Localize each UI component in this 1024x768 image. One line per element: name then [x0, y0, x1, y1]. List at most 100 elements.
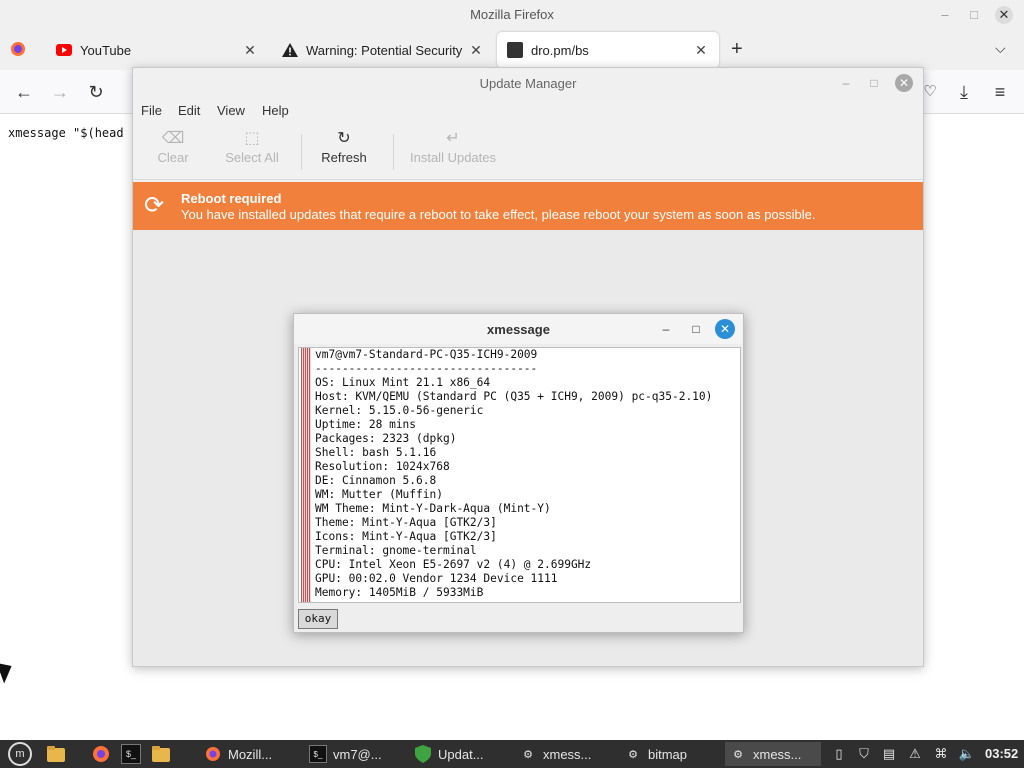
backspace-icon: ⌫: [161, 130, 185, 147]
clipboard-icon[interactable]: ▯: [830, 745, 848, 763]
message-line: Terminal: gnome-terminal: [315, 544, 477, 557]
tab-security-warning[interactable]: Warning: Potential Security ✕: [272, 32, 494, 68]
toolbar: ⌫ Clear ⬚ Select All ↻ Refresh ↵ Install…: [133, 124, 923, 180]
minimize-button[interactable]: ‒: [656, 319, 676, 339]
maximize-button[interactable]: □: [965, 6, 983, 24]
forward-arrow-icon[interactable]: →: [48, 80, 72, 104]
message-line: Theme: Mint-Y-Aqua [GTK2/3]: [315, 516, 497, 529]
select-all-button[interactable]: ⬚ Select All: [221, 128, 283, 165]
terminal-launcher-icon[interactable]: $_: [121, 744, 141, 764]
clear-button[interactable]: ⌫ Clear: [153, 128, 193, 165]
mint-menu-icon[interactable]: m: [8, 742, 32, 766]
close-button[interactable]: ✕: [995, 6, 1013, 24]
message-line: CPU: Intel Xeon E5-2697 v2 (4) @ 2.699GH…: [315, 558, 592, 571]
taskbar-window-label: bitmap: [648, 746, 688, 762]
close-button[interactable]: ✕: [895, 74, 913, 92]
tab-dro-pm[interactable]: dro.pm/bs ✕: [497, 32, 719, 68]
window-title: Mozilla Firefox: [470, 7, 554, 22]
maximize-button[interactable]: □: [686, 319, 706, 339]
document-icon[interactable]: ▤: [880, 745, 898, 763]
message-lines: vm7@vm7-Standard-PC-Q35-ICH9-2009 -------…: [315, 348, 712, 600]
banner-message: You have installed updates that require …: [181, 207, 816, 222]
install-updates-button[interactable]: ↵ Install Updates: [407, 128, 499, 165]
menu-file[interactable]: File: [141, 103, 162, 118]
okay-button[interactable]: okay: [298, 609, 338, 629]
menu-edit[interactable]: Edit: [178, 103, 200, 118]
toolbar-separator: [301, 134, 302, 170]
firefox-view-icon[interactable]: [10, 41, 26, 57]
menu-hamburger-icon[interactable]: ≡: [988, 80, 1012, 104]
taskbar: m $_ Mozill... $_ vm7@... Updat... ⚙ xme…: [0, 740, 1024, 768]
taskbar-window-label: xmess...: [543, 746, 592, 762]
volume-icon[interactable]: 🔈: [958, 745, 976, 763]
terminal-icon: $_: [309, 745, 327, 763]
close-tab-icon[interactable]: ✕: [242, 42, 258, 59]
notification-icon[interactable]: ⚠: [906, 745, 924, 763]
tab-label: dro.pm/bs: [531, 42, 589, 58]
menu-view[interactable]: View: [217, 103, 245, 118]
taskbar-window-xmessage-active[interactable]: ⚙ xmess...: [725, 742, 821, 766]
taskbar-window-label: vm7@...: [333, 746, 382, 762]
downloads-icon[interactable]: ⤓: [952, 80, 976, 104]
firefox-titlebar: Mozilla Firefox ‒ □ ✕: [0, 0, 1024, 30]
xmessage-window: xmessage ‒ □ ✕ vm7@vm7-Standard-PC-Q35-I…: [293, 313, 744, 633]
refresh-icon: ↻: [337, 130, 351, 147]
reload-icon[interactable]: ↻: [84, 80, 108, 104]
toolbar-separator: [393, 134, 394, 170]
gear-icon: ⚙: [628, 748, 638, 761]
taskbar-window-xmessage[interactable]: ⚙ xmess...: [515, 742, 615, 766]
message-line: Packages: 2323 (dpkg): [315, 432, 457, 445]
tab-bar: YouTube ✕ Warning: Potential Security ✕ …: [0, 30, 1024, 70]
page-text: xmessage "$(head: [8, 126, 124, 140]
close-tab-icon[interactable]: ✕: [693, 42, 709, 59]
message-line: Kernel: 5.15.0-56-generic: [315, 404, 484, 417]
taskbar-window-terminal[interactable]: $_ vm7@...: [305, 742, 405, 766]
shield-tray-icon[interactable]: ⛉: [855, 745, 873, 763]
message-line: Uptime: 28 mins: [315, 418, 417, 431]
install-updates-label: Install Updates: [410, 150, 496, 165]
clock[interactable]: 03:52: [985, 746, 1018, 761]
message-line: WM Theme: Mint-Y-Dark-Aqua (Mint-Y): [315, 502, 551, 515]
tab-label: YouTube: [80, 42, 132, 58]
maximize-button[interactable]: □: [865, 74, 883, 92]
message-line: Memory: 1405MiB / 5933MiB: [315, 586, 484, 599]
list-all-tabs-chevron-icon[interactable]: ⌵: [995, 40, 1006, 57]
message-line: DE: Cinnamon 5.6.8: [315, 474, 437, 487]
message-line: WM: Mutter (Muffin): [315, 488, 443, 501]
back-arrow-icon[interactable]: ←: [12, 80, 36, 104]
youtube-icon: [56, 42, 72, 58]
page-thumbnail-icon: [507, 42, 523, 58]
taskbar-window-label: Mozill...: [228, 746, 273, 762]
message-line: Icons: Mint-Y-Aqua [GTK2/3]: [315, 530, 497, 543]
close-tab-icon[interactable]: ✕: [468, 42, 484, 59]
window-title: Update Manager: [479, 76, 577, 91]
gear-icon: ⚙: [523, 748, 533, 761]
minimize-button[interactable]: ‒: [837, 74, 855, 92]
new-tab-button[interactable]: +: [731, 38, 743, 61]
refresh-button[interactable]: ↻ Refresh: [319, 128, 369, 165]
select-all-label: Select All: [225, 150, 279, 165]
menu-help[interactable]: Help: [262, 103, 289, 118]
minimize-button[interactable]: ‒: [936, 6, 954, 24]
files-launcher-icon[interactable]: [151, 744, 171, 764]
firefox-icon: [204, 745, 222, 763]
tab-youtube[interactable]: YouTube ✕: [46, 32, 268, 68]
tab-label: Warning: Potential Security: [306, 42, 463, 58]
select-all-icon: ⬚: [244, 130, 260, 147]
taskbar-window-label: xmess...: [753, 746, 802, 762]
message-line: Resolution: 1024x768: [315, 460, 450, 473]
taskbar-window-bitmap[interactable]: ⚙ bitmap: [620, 742, 720, 766]
message-line: Shell: bash 5.1.16: [315, 446, 437, 459]
message-line: ---------------------------------: [315, 362, 538, 375]
close-button[interactable]: ✕: [715, 319, 735, 339]
refresh-arrows-icon: ⟳: [143, 192, 165, 219]
message-text-area: vm7@vm7-Standard-PC-Q35-ICH9-2009 -------…: [298, 347, 741, 603]
menu-bar: File Edit View Help: [133, 98, 923, 124]
firefox-launcher-icon[interactable]: [91, 744, 111, 764]
network-icon[interactable]: ⌘: [932, 745, 950, 763]
scrollbar[interactable]: [301, 348, 311, 602]
taskbar-window-update-manager[interactable]: Updat...: [410, 742, 510, 766]
taskbar-window-firefox[interactable]: Mozill...: [200, 742, 300, 766]
folder-icon[interactable]: [46, 744, 66, 764]
update-manager-titlebar: Update Manager ‒ □ ✕: [133, 68, 923, 98]
